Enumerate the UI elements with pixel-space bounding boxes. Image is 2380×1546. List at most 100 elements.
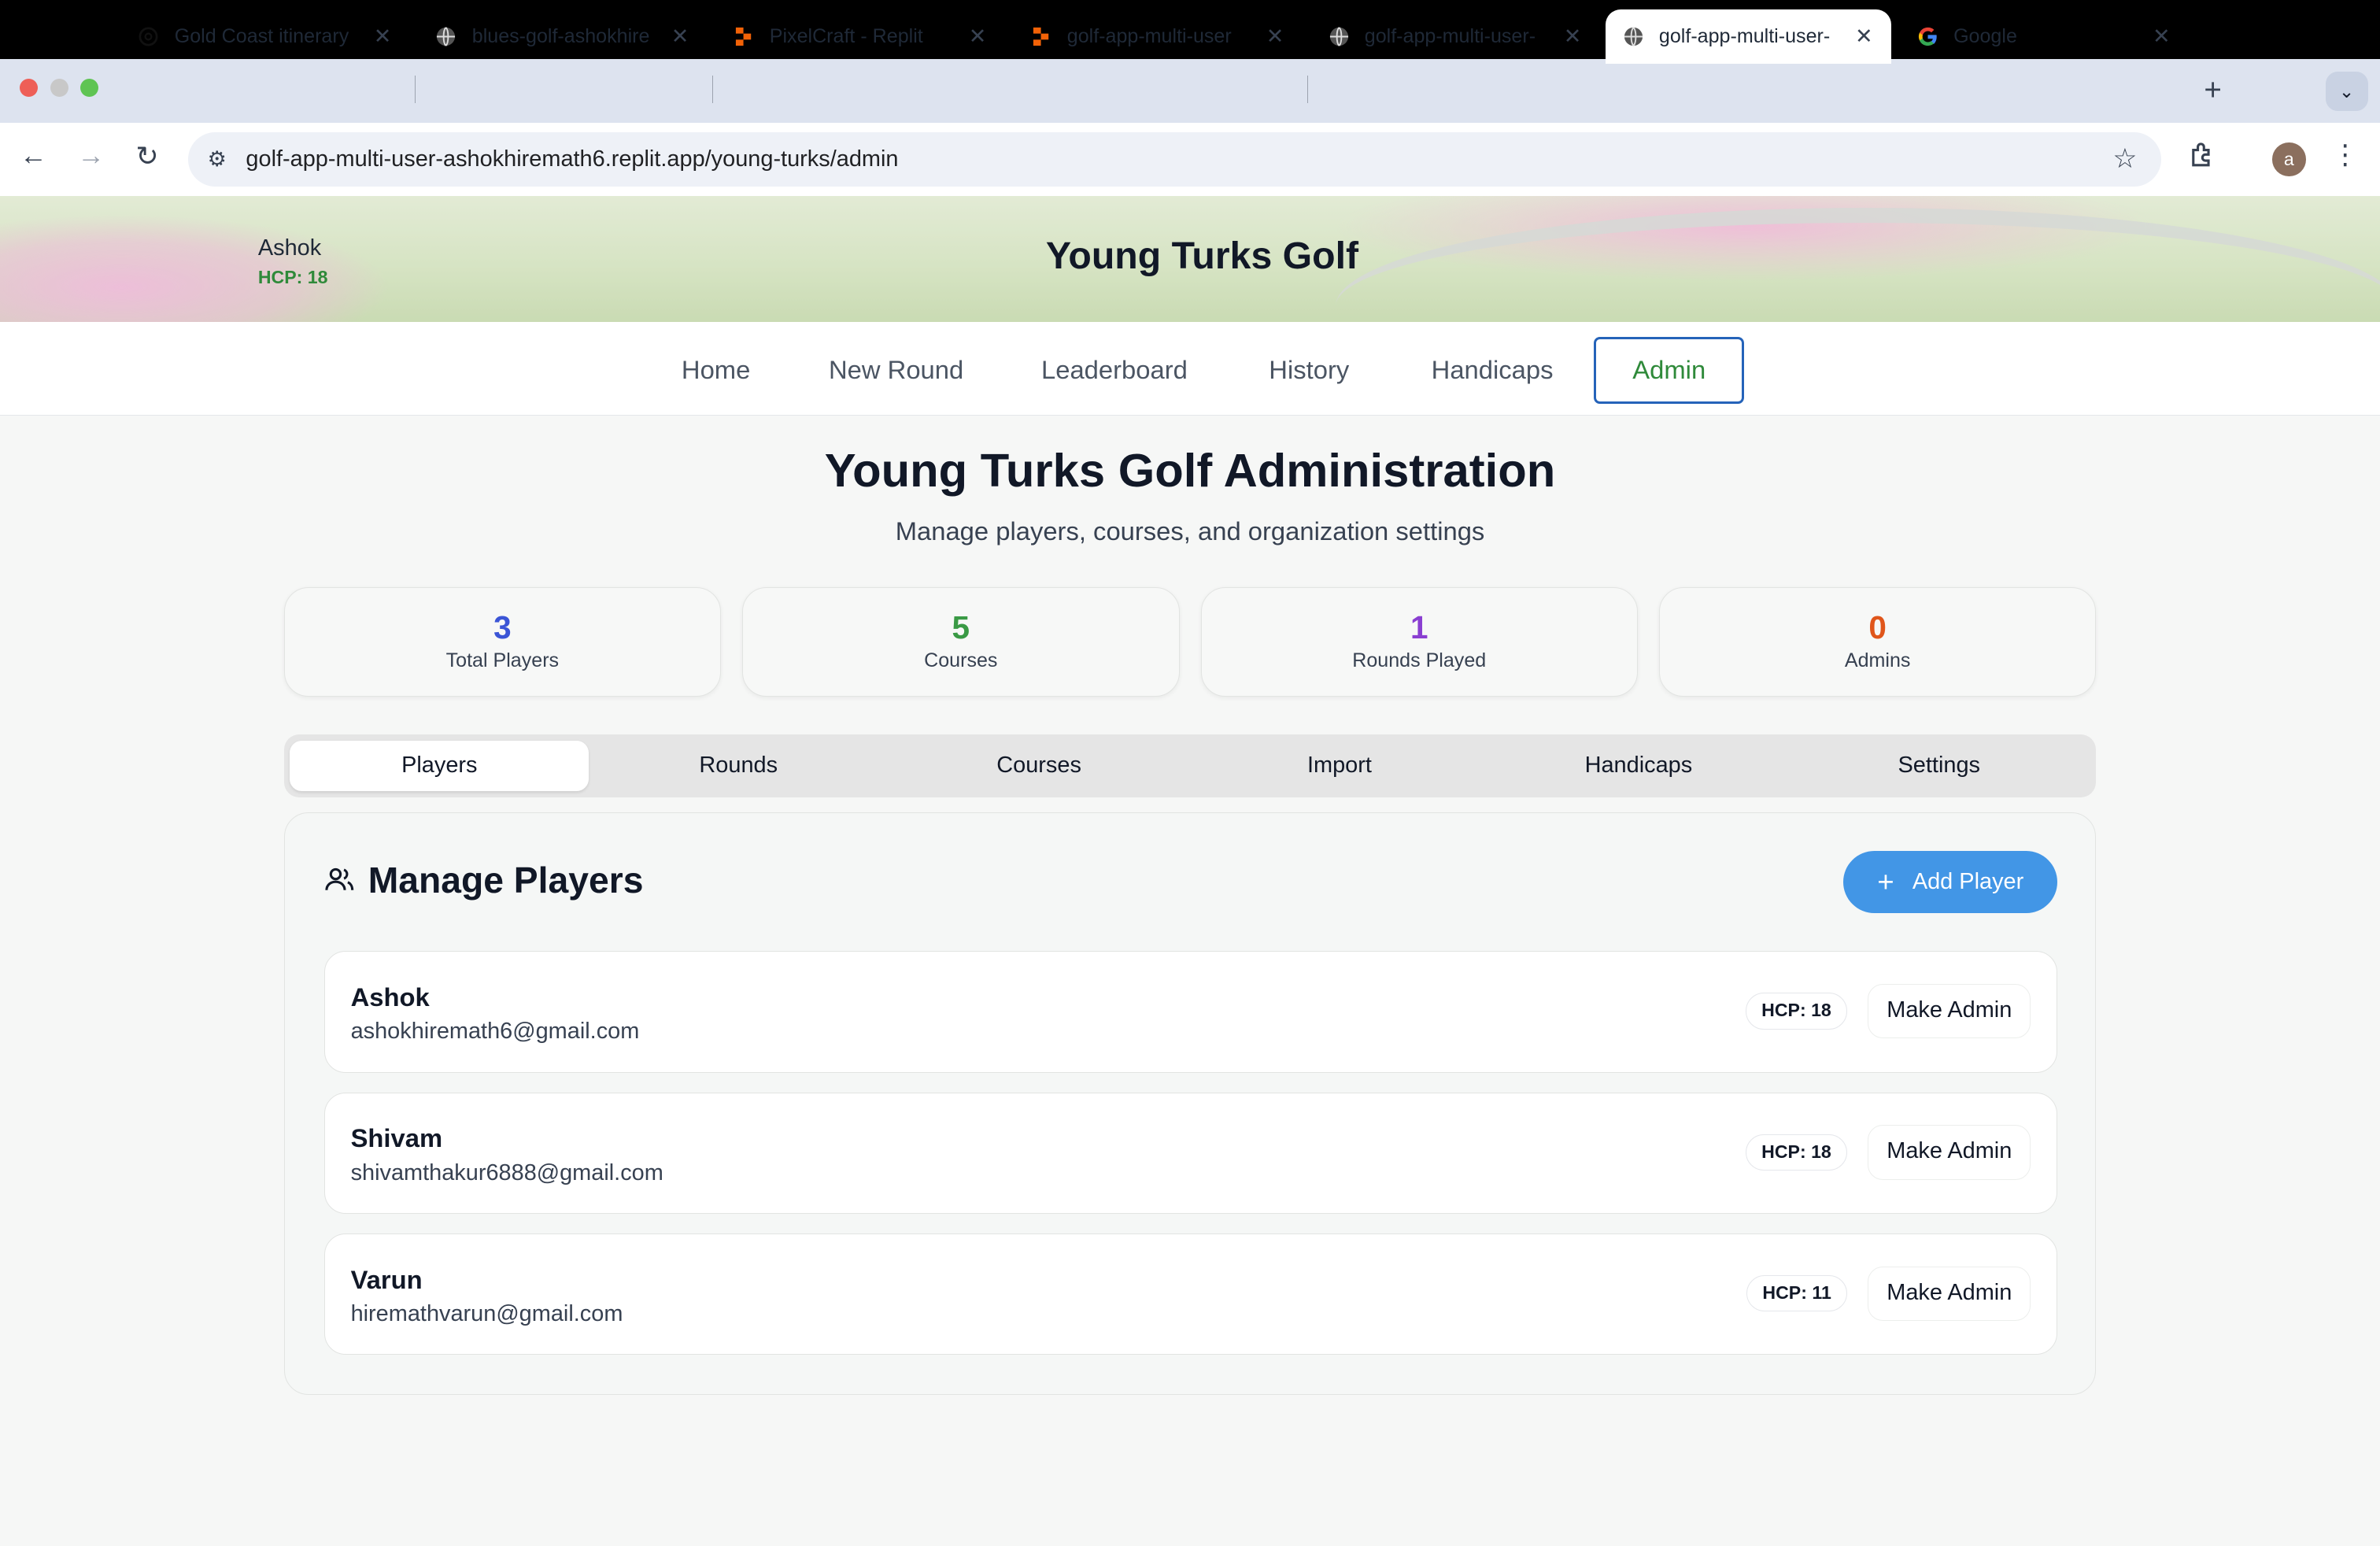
browser-tab[interactable]: Gold Coast itinerary ✕: [121, 9, 409, 64]
close-tab-icon[interactable]: ✕: [2149, 24, 2174, 49]
handicap-badge: HCP: 11: [1746, 1275, 1848, 1312]
stat-value: 0: [1868, 609, 1887, 646]
reload-icon[interactable]: ↻: [129, 141, 165, 172]
browser-tab[interactable]: golf-app-multi-user ✕: [1014, 9, 1302, 64]
player-email: shivamthakur6888@gmail.com: [350, 1160, 663, 1185]
nav-admin[interactable]: Admin: [1594, 337, 1745, 404]
replit-icon: [732, 24, 756, 49]
handicap-badge: HCP: 18: [1745, 1134, 1848, 1171]
close-tab-icon[interactable]: ✕: [371, 24, 395, 49]
stat-card-admins: 0 Admins: [1658, 587, 2097, 697]
player-name: Ashok: [350, 982, 430, 1012]
make-admin-button[interactable]: Make Admin: [1868, 1125, 2031, 1180]
maximize-window-icon[interactable]: [80, 79, 99, 98]
stat-card-total-players: 3 Total Players: [283, 587, 722, 697]
admin-tabs: Players Rounds Courses Import Handicaps …: [283, 734, 2097, 797]
header-banner: Ashok HCP: 18 Young Turks Golf: [0, 195, 2380, 322]
site-title: Young Turks Golf: [1045, 234, 1359, 277]
tab-divider: [1306, 76, 1309, 104]
close-window-icon[interactable]: [20, 79, 39, 98]
browser-tab[interactable]: golf-app-multi-user- ✕: [1311, 9, 1599, 64]
player-row: Varun hiremathvarun@gmail.com HCP: 11 Ma…: [323, 1233, 2058, 1356]
url-text[interactable]: golf-app-multi-user-ashokhiremath6.repli…: [246, 146, 898, 172]
replit-icon: [1029, 24, 1054, 49]
nav-history[interactable]: History: [1232, 337, 1386, 404]
nav-leaderboard[interactable]: Leaderboard: [1005, 337, 1224, 404]
browser-tab[interactable]: blues-golf-ashokhire ✕: [419, 9, 707, 64]
nav-handicaps[interactable]: Handicaps: [1395, 337, 1589, 404]
minimize-window-icon[interactable]: [50, 79, 68, 98]
browser-toolbar: ← → ↻ ⚙ golf-app-multi-user-ashokhiremat…: [0, 123, 2380, 196]
stat-value: 5: [952, 609, 970, 646]
site-info-icon[interactable]: ⚙: [188, 147, 246, 172]
player-email: ashokhiremath6@gmail.com: [350, 1019, 640, 1045]
url-host: golf-app-multi-user-ashokhiremath6.repli…: [246, 146, 705, 172]
add-player-label: Add Player: [1912, 869, 2024, 895]
stat-card-courses: 5 Courses: [742, 587, 1180, 697]
tab-title: blues-golf-ashokhire: [471, 24, 650, 47]
player-name: Varun: [350, 1264, 423, 1294]
address-bar[interactable]: ⚙ golf-app-multi-user-ashokhiremath6.rep…: [188, 131, 2162, 187]
tab-divider: [414, 76, 416, 104]
tab-title: golf-app-multi-user-: [1658, 24, 1831, 47]
browser-tab[interactable]: PixelCraft - Replit ✕: [716, 9, 1004, 64]
close-tab-icon[interactable]: ✕: [1561, 24, 1585, 49]
player-email: hiremathvarun@gmail.com: [350, 1300, 623, 1326]
globe-icon: [434, 24, 459, 49]
browser-tab-active[interactable]: golf-app-multi-user- ✕: [1606, 9, 1892, 64]
forward-icon[interactable]: →: [73, 141, 109, 172]
tab-title: PixelCraft - Replit: [769, 24, 923, 47]
player-name: Shivam: [350, 1123, 443, 1153]
bookmark-star-icon[interactable]: ☆: [2112, 143, 2137, 175]
globe-icon: [1621, 24, 1646, 49]
tab-divider: [711, 76, 714, 104]
users-icon: [324, 864, 355, 895]
stat-label: Admins: [1844, 649, 1911, 672]
stat-label: Courses: [924, 649, 998, 672]
browser-tab[interactable]: Google ✕: [1901, 9, 2189, 64]
nav-new-round[interactable]: New Round: [793, 337, 1000, 404]
plus-icon: +: [1877, 865, 1894, 898]
tab-title: golf-app-multi-user-: [1364, 24, 1536, 47]
make-admin-button[interactable]: Make Admin: [1868, 983, 2031, 1039]
tab-players[interactable]: Players: [290, 741, 589, 791]
page-title: Young Turks Golf Administration: [824, 444, 1556, 497]
openai-icon: [137, 24, 161, 49]
close-tab-icon[interactable]: ✕: [668, 24, 693, 49]
tab-title: golf-app-multi-user: [1066, 24, 1232, 47]
tab-handicaps[interactable]: Handicaps: [1489, 741, 1788, 791]
profile-avatar[interactable]: a: [2272, 142, 2306, 176]
back-icon[interactable]: ←: [15, 141, 51, 172]
kebab-menu-icon[interactable]: ⋮: [2331, 139, 2359, 171]
manage-players-panel: Manage Players + Add Player Ashok ashokh…: [283, 812, 2097, 1396]
add-player-button[interactable]: + Add Player: [1843, 851, 2058, 914]
tab-rounds[interactable]: Rounds: [589, 741, 888, 791]
tab-search-chevron-icon[interactable]: ⌄: [2325, 71, 2368, 111]
stat-value: 3: [493, 609, 512, 646]
tab-title: Google: [1953, 24, 2017, 47]
window-controls: [20, 79, 99, 98]
panel-title-text: Manage Players: [368, 859, 644, 901]
tab-courses[interactable]: Courses: [889, 741, 1188, 791]
extensions-icon[interactable]: [2189, 141, 2216, 176]
url-path: /young-turks/admin: [704, 146, 899, 172]
player-row: Shivam shivamthakur6888@gmail.com HCP: 1…: [323, 1092, 2058, 1214]
page-subtitle: Manage players, courses, and organizatio…: [895, 516, 1485, 546]
make-admin-button[interactable]: Make Admin: [1868, 1266, 2031, 1321]
main-nav: Home New Round Leaderboard History Handi…: [0, 321, 2380, 416]
close-tab-icon[interactable]: ✕: [966, 24, 990, 49]
stat-card-rounds-played: 1 Rounds Played: [1200, 587, 1638, 697]
tab-title: Gold Coast itinerary: [174, 24, 349, 47]
player-row: Ashok ashokhiremath6@gmail.com HCP: 18 M…: [323, 951, 2058, 1073]
nav-home[interactable]: Home: [645, 337, 787, 404]
globe-icon: [1327, 24, 1351, 49]
new-tab-icon[interactable]: +: [2204, 73, 2222, 108]
tab-import[interactable]: Import: [1190, 741, 1489, 791]
stat-label: Rounds Played: [1352, 649, 1487, 672]
tab-settings[interactable]: Settings: [1790, 741, 2089, 791]
tab-strip: [0, 59, 2380, 124]
close-tab-icon[interactable]: ✕: [1852, 24, 1876, 49]
google-icon: [1916, 24, 1940, 49]
close-tab-icon[interactable]: ✕: [1263, 24, 1288, 49]
stat-value: 1: [1410, 609, 1428, 646]
